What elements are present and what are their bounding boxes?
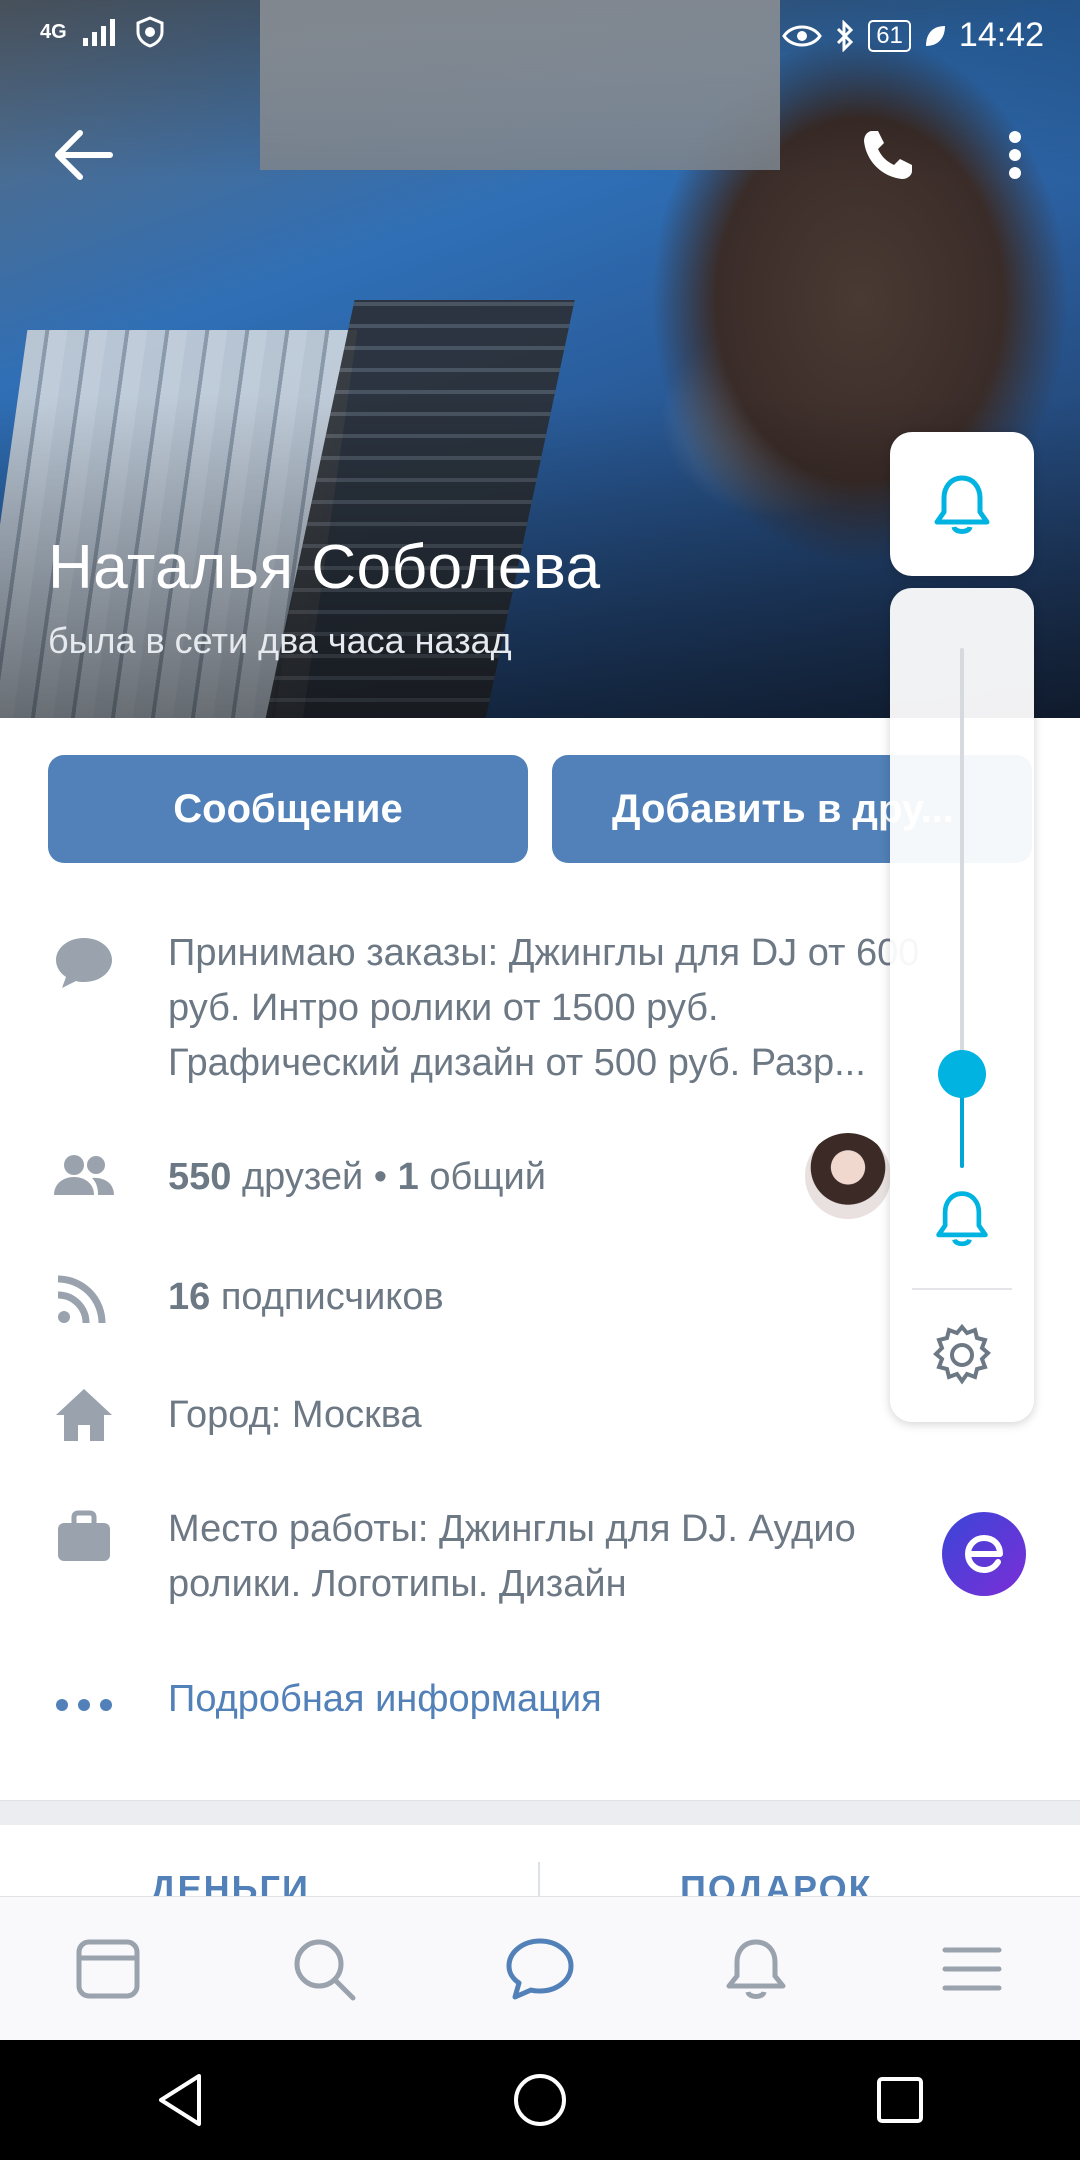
settings-gear-icon[interactable] — [930, 1323, 994, 1387]
system-recents-button[interactable] — [850, 2060, 950, 2140]
circle-home-icon — [514, 2074, 566, 2126]
messages-icon — [506, 1938, 574, 2000]
call-button[interactable] — [858, 125, 918, 185]
status-bar-right: 61 14:42 — [782, 16, 1044, 55]
nav-search[interactable] — [264, 1919, 384, 2019]
menu-icon — [942, 1947, 1002, 1991]
battery-indicator: 61 — [868, 19, 911, 52]
friends-icon — [54, 1155, 114, 1195]
back-arrow-icon — [55, 130, 113, 180]
volume-slider-knob[interactable] — [938, 1050, 986, 1099]
clock: 14:42 — [958, 16, 1044, 54]
nav-news[interactable] — [48, 1919, 168, 2019]
home-icon — [56, 1389, 112, 1441]
work-company-logo[interactable] — [942, 1512, 1026, 1596]
bluetooth-icon — [837, 19, 854, 52]
profile-name: Наталья Соболева — [48, 533, 601, 602]
mutual-friend-avatar[interactable] — [802, 1130, 894, 1222]
followers-row[interactable]: 16 подписчиков — [168, 1270, 444, 1325]
nav-notifications[interactable] — [696, 1919, 816, 2019]
mutual-count: 1 — [397, 1156, 419, 1198]
followers-count: 16 — [168, 1276, 211, 1318]
profile-description[interactable]: Принимаю заказы: Джинглы для DJ от 600 р… — [168, 926, 938, 1091]
company-logo-icon — [964, 1534, 1003, 1574]
friends-row[interactable]: 550 друзей • 1 общий — [168, 1150, 546, 1205]
rss-icon — [57, 1275, 106, 1324]
detailed-info-link[interactable]: Подробная информация — [168, 1678, 602, 1721]
friends-label: друзей — [241, 1156, 364, 1198]
more-vertical-icon — [1009, 131, 1021, 179]
system-navigation-bar — [0, 2040, 1080, 2160]
bottom-navigation — [0, 1896, 1080, 2041]
news-icon — [76, 1939, 140, 1999]
search-icon — [294, 1939, 356, 2001]
eye-icon — [782, 25, 823, 46]
back-button[interactable] — [50, 125, 120, 185]
city-row: Город: Москва — [168, 1394, 422, 1436]
shield-icon — [136, 16, 164, 48]
system-back-button[interactable] — [130, 2060, 230, 2140]
volume-panel-divider — [912, 1288, 1012, 1290]
speech-bubble-icon — [56, 938, 112, 988]
volume-bell-icon — [936, 1191, 988, 1247]
signal-icon — [82, 19, 115, 46]
dot-separator: • — [373, 1156, 388, 1198]
network-type: 4G — [40, 20, 67, 43]
square-recents-icon — [877, 2077, 923, 2123]
volume-panel — [890, 588, 1034, 1422]
nav-menu[interactable] — [912, 1919, 1032, 2019]
bell-icon — [934, 475, 990, 534]
triangle-back-icon — [159, 2074, 201, 2126]
system-home-button[interactable] — [490, 2060, 590, 2140]
ringer-mode-button[interactable] — [890, 432, 1034, 576]
last-seen-status: была в сети два часа назад — [48, 620, 512, 661]
section-divider — [0, 1800, 1080, 1825]
phone-icon — [864, 131, 912, 179]
friends-count: 550 — [168, 1156, 232, 1198]
leaf-icon — [925, 25, 945, 46]
followers-label: подписчиков — [220, 1276, 444, 1318]
notifications-icon — [726, 1939, 786, 1999]
mutual-label: общий — [429, 1156, 546, 1198]
work-row[interactable]: Место работы: Джинглы для DJ. Аудио роли… — [168, 1502, 908, 1612]
nav-messages[interactable] — [480, 1919, 600, 2019]
more-options-button[interactable] — [1000, 125, 1030, 185]
briefcase-icon — [58, 1510, 110, 1561]
more-dots-icon — [56, 1699, 112, 1711]
message-button[interactable]: Сообщение — [48, 755, 528, 863]
status-bar-left: 4G — [40, 16, 165, 48]
